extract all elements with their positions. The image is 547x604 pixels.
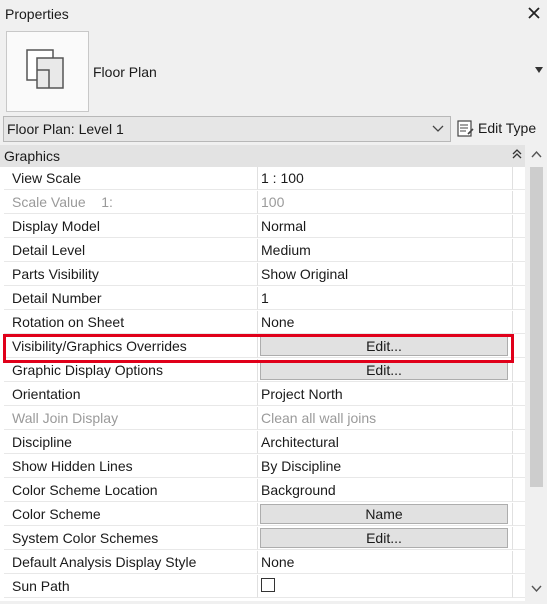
property-value: Clean all wall joins — [258, 407, 512, 430]
type-thumbnail — [6, 31, 89, 112]
property-value[interactable]: Medium — [258, 239, 512, 262]
property-name: Display Model — [4, 215, 258, 238]
property-name: Visibility/Graphics Overrides — [4, 335, 258, 358]
property-name: Color Scheme Location — [4, 479, 258, 502]
property-name: Graphic Display Options — [4, 359, 258, 382]
property-value-cell: Edit... — [258, 359, 512, 382]
window-title: Properties — [5, 6, 69, 22]
property-row-system-color-schemes[interactable]: System Color Schemes Edit... — [0, 527, 525, 551]
sun-path-checkbox[interactable] — [261, 578, 275, 592]
property-value[interactable]: Show Original — [258, 263, 512, 286]
property-value[interactable]: Normal — [258, 215, 512, 238]
property-row-color-scheme[interactable]: Color Scheme Name — [0, 503, 525, 527]
property-name: Parts Visibility — [4, 263, 258, 286]
type-selector[interactable]: Floor Plan — [0, 28, 547, 114]
scroll-down-icon[interactable] — [531, 585, 542, 593]
property-row-rotation-on-sheet[interactable]: Rotation on Sheet None — [0, 311, 525, 335]
property-name: Show Hidden Lines — [4, 455, 258, 478]
chevron-down-icon — [432, 125, 444, 132]
floor-plan-icon — [26, 49, 64, 89]
property-row-color-scheme-location[interactable]: Color Scheme Location Background — [0, 479, 525, 503]
property-name: Detail Number — [4, 287, 258, 310]
property-row-wall-join-display: Wall Join Display Clean all wall joins — [0, 407, 525, 431]
property-row-show-hidden-lines[interactable]: Show Hidden Lines By Discipline — [0, 455, 525, 479]
property-value[interactable]: 1 : 100 — [258, 167, 512, 190]
property-name: System Color Schemes — [4, 527, 258, 550]
property-name: Orientation — [4, 383, 258, 406]
property-name: Discipline — [4, 431, 258, 454]
property-value: 100 — [258, 191, 512, 214]
property-name: Wall Join Display — [4, 407, 258, 430]
property-row-sun-path[interactable]: Sun Path — [0, 575, 525, 599]
property-value[interactable]: Architectural — [258, 431, 512, 454]
property-value-cell: Edit... — [258, 335, 512, 358]
property-name: Color Scheme — [4, 503, 258, 526]
property-row-graphic-display-options[interactable]: Graphic Display Options Edit... — [0, 359, 525, 383]
property-value-cell: Edit... — [258, 527, 512, 550]
property-row-detail-level[interactable]: Detail Level Medium — [0, 239, 525, 263]
group-label: Graphics — [4, 148, 61, 164]
close-icon[interactable] — [525, 4, 543, 22]
properties-table: Graphics View Scale 1 : 100 Scale Value … — [0, 145, 525, 601]
property-value-cell: Name — [258, 503, 512, 526]
property-row-discipline[interactable]: Discipline Architectural — [0, 431, 525, 455]
property-value-cell — [258, 575, 512, 598]
property-name: Default Analysis Display Style — [4, 551, 258, 574]
group-header-graphics[interactable]: Graphics — [0, 145, 525, 167]
property-value[interactable]: Project North — [258, 383, 512, 406]
property-row-default-analysis-display-style[interactable]: Default Analysis Display Style None — [0, 551, 525, 575]
property-name: Rotation on Sheet — [4, 311, 258, 334]
property-row-scale-value: Scale Value 1: 100 — [0, 191, 525, 215]
title-bar: Properties — [0, 0, 547, 29]
property-row-detail-number[interactable]: Detail Number 1 — [0, 287, 525, 311]
property-value[interactable]: Background — [258, 479, 512, 502]
type-name: Floor Plan — [93, 64, 157, 80]
graphic-display-options-edit-button[interactable]: Edit... — [260, 360, 508, 380]
scroll-up-icon[interactable] — [531, 150, 542, 158]
system-color-schemes-edit-button[interactable]: Edit... — [260, 528, 508, 548]
property-value[interactable]: None — [258, 551, 512, 574]
property-value[interactable]: 1 — [258, 287, 512, 310]
type-dropdown-arrow-icon[interactable] — [534, 66, 544, 74]
instance-filter-dropdown[interactable]: Floor Plan: Level 1 — [3, 116, 451, 142]
collapse-icon[interactable] — [512, 148, 522, 160]
property-row-orientation[interactable]: Orientation Project North — [0, 383, 525, 407]
property-name: Sun Path — [4, 575, 258, 598]
edit-type-icon — [457, 120, 474, 137]
edit-type-label: Edit Type — [478, 120, 537, 136]
property-row-view-scale[interactable]: View Scale 1 : 100 — [0, 167, 525, 191]
property-value[interactable]: By Discipline — [258, 455, 512, 478]
property-name: Detail Level — [4, 239, 258, 262]
property-name: View Scale — [4, 167, 258, 190]
property-name: Scale Value 1: — [4, 191, 258, 214]
property-row-visibility-graphics-overrides[interactable]: Visibility/Graphics Overrides Edit... — [0, 335, 525, 359]
scrollbar-thumb[interactable] — [530, 167, 543, 487]
vertical-scrollbar[interactable] — [526, 145, 547, 601]
property-row-display-model[interactable]: Display Model Normal — [0, 215, 525, 239]
instance-filter-value: Floor Plan: Level 1 — [7, 121, 124, 137]
property-value[interactable]: None — [258, 311, 512, 334]
visibility-graphics-edit-button[interactable]: Edit... — [260, 336, 508, 356]
property-row-parts-visibility[interactable]: Parts Visibility Show Original — [0, 263, 525, 287]
edit-type-button[interactable]: Edit Type — [455, 118, 545, 140]
color-scheme-button[interactable]: Name — [260, 504, 508, 524]
